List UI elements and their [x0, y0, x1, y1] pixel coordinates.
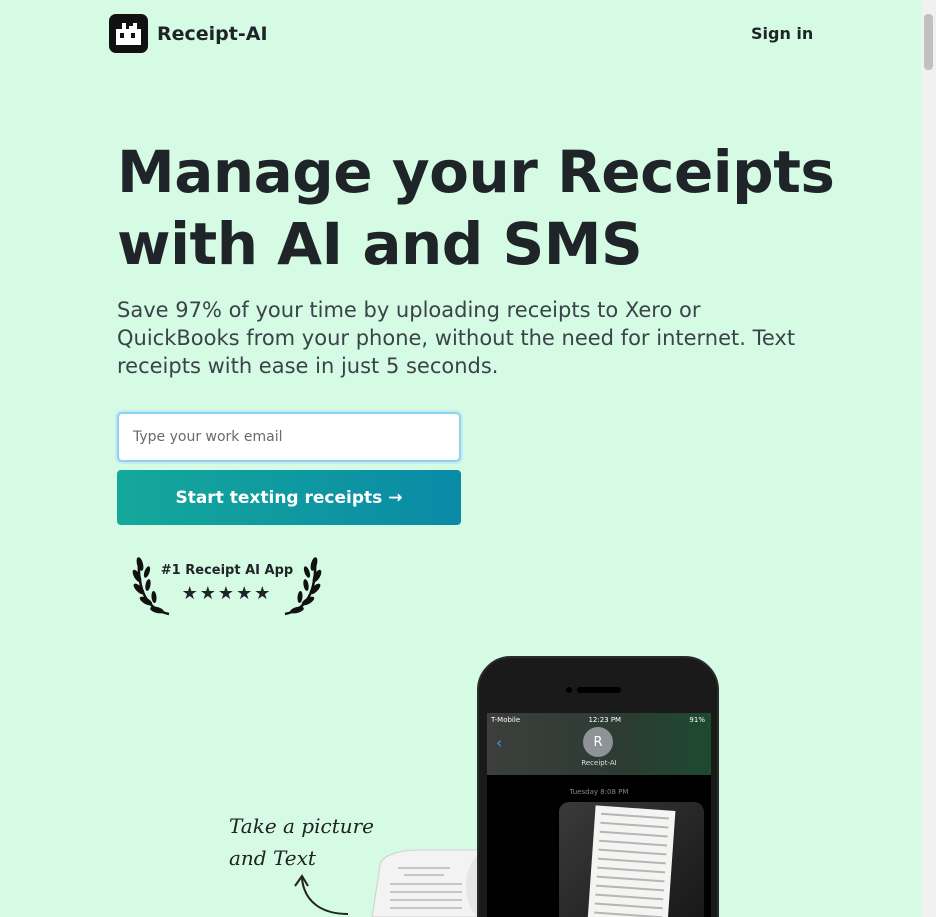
- work-email-input[interactable]: [117, 412, 461, 462]
- note-line1: Take a picture: [229, 814, 375, 838]
- avatar: R: [583, 727, 613, 757]
- hero-title-line1: Manage your Receipts: [117, 138, 835, 206]
- phone-camera: [566, 687, 572, 693]
- page-scrollbar[interactable]: [921, 0, 936, 917]
- laurel-right-icon: [284, 557, 322, 616]
- note-line2: and Text: [229, 846, 316, 870]
- contact-name: Receipt-AI: [581, 759, 617, 767]
- hero-title: Manage your Receipts with AI and SMS: [117, 136, 837, 280]
- start-texting-button[interactable]: Start texting receipts →: [117, 470, 461, 525]
- cta-label: Start texting receipts: [175, 487, 383, 508]
- receipt-photo-message: [559, 802, 704, 917]
- hero-subtitle: Save 97% of your time by uploading recei…: [117, 298, 796, 378]
- chevron-left-icon: ‹: [496, 733, 503, 752]
- receipt-image: [586, 805, 676, 917]
- message-timestamp: Tuesday 8:08 PM: [569, 788, 629, 796]
- award-badge: #1 Receipt AI App ★★★★★: [131, 552, 323, 618]
- curved-arrow-icon: [294, 874, 349, 915]
- phone-mockup: T-Mobile 12:23 PM 91% ‹ R Receipt-AI Tue…: [477, 656, 719, 917]
- carrier-label: T-Mobile: [491, 716, 521, 724]
- sign-in-link[interactable]: Sign in: [751, 24, 813, 43]
- battery-label: 91%: [689, 716, 705, 724]
- receipt-ai-logo-icon: [109, 14, 148, 53]
- arrow-right-icon: →: [388, 487, 403, 508]
- brand-name: Receipt-AI: [157, 22, 268, 45]
- clock-label: 12:23 PM: [588, 716, 622, 724]
- handwritten-note: Take a picture and Text: [229, 810, 374, 874]
- phone-screen: T-Mobile 12:23 PM 91% ‹ R Receipt-AI Tue…: [487, 713, 711, 917]
- messages-header: T-Mobile 12:23 PM 91% ‹ R Receipt-AI: [487, 713, 711, 775]
- phone-speaker: [577, 687, 621, 693]
- hero-title-line2: with AI and SMS: [117, 210, 643, 278]
- brand-logo[interactable]: Receipt-AI: [109, 14, 268, 53]
- status-bar: T-Mobile 12:23 PM 91%: [491, 716, 705, 724]
- scrollbar-thumb[interactable]: [924, 14, 933, 70]
